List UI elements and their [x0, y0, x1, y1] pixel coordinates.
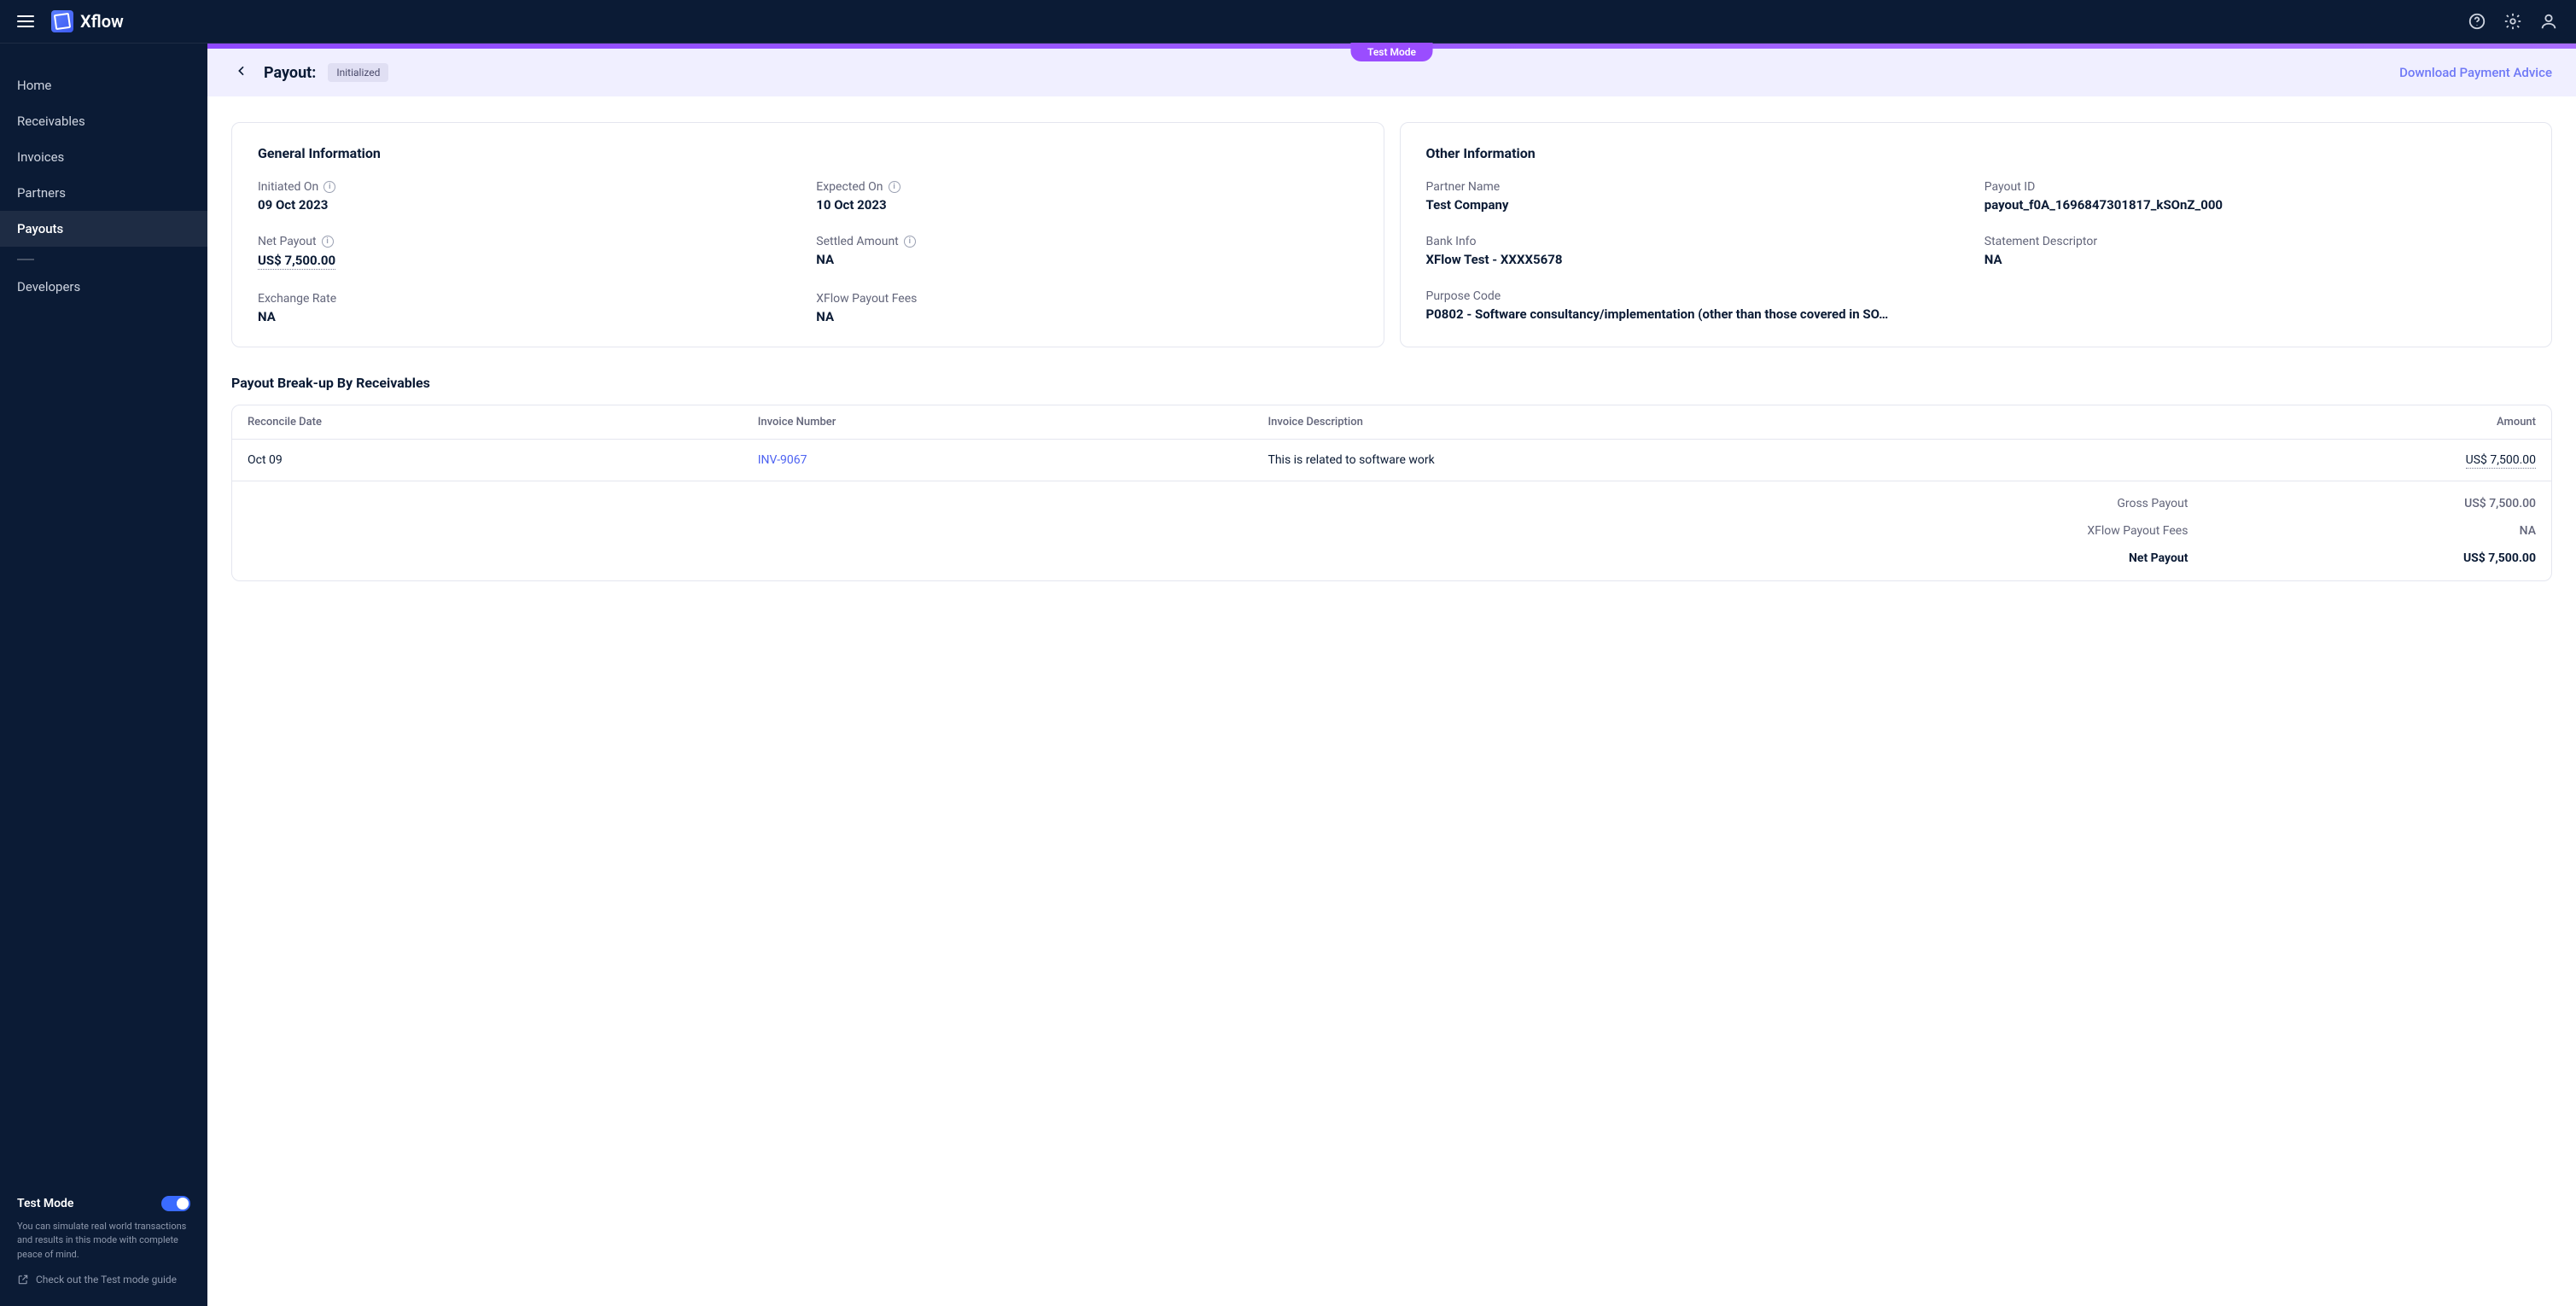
status-badge: Initialized: [328, 63, 388, 82]
general-card-title: General Information: [258, 145, 1358, 161]
sidebar-item-developers[interactable]: Developers: [0, 269, 207, 305]
sidebar-item-home[interactable]: Home: [0, 67, 207, 103]
xflow-fees-value: NA: [816, 309, 1357, 324]
net-payout-summary-label: Net Payout: [1252, 545, 2203, 580]
gross-payout-value: US$ 7,500.00: [2203, 481, 2551, 518]
sidebar-nav: Home Receivables Invoices Partners Payou…: [0, 44, 207, 305]
other-information-card: Other Information Partner Name Test Comp…: [1400, 122, 2553, 347]
partner-name-label: Partner Name: [1426, 180, 1501, 194]
test-mode-desc: You can simulate real world transactions…: [17, 1220, 190, 1262]
col-reconcile-date: Reconcile Date: [232, 405, 743, 440]
brand-logo[interactable]: Xflow: [51, 10, 124, 32]
test-mode-chip: Test Mode: [1350, 43, 1433, 61]
settled-amount-value: NA: [816, 252, 1357, 267]
test-mode-guide-link[interactable]: Check out the Test mode guide: [17, 1274, 190, 1286]
other-card-title: Other Information: [1426, 145, 2526, 161]
payout-id-label: Payout ID: [1984, 180, 2036, 194]
info-icon[interactable]: i: [323, 181, 335, 193]
expected-on-value: 10 Oct 2023: [816, 197, 1357, 213]
breakup-title: Payout Break-up By Receivables: [231, 375, 2552, 391]
test-mode-toggle[interactable]: [161, 1196, 190, 1211]
fees-label: XFlow Payout Fees: [1252, 517, 2203, 545]
sidebar-item-partners[interactable]: Partners: [0, 175, 207, 211]
settled-amount-label: Settled Amount: [816, 235, 899, 248]
net-payout-value: US$ 7,500.00: [258, 253, 335, 270]
purpose-code-label: Purpose Code: [1426, 289, 1501, 303]
user-icon[interactable]: [2538, 11, 2559, 32]
info-icon[interactable]: i: [889, 181, 900, 193]
net-payout-label: Net Payout: [258, 235, 317, 248]
sidebar-item-payouts[interactable]: Payouts: [0, 211, 207, 247]
guide-link-label: Check out the Test mode guide: [36, 1274, 177, 1286]
net-payout-summary-value: US$ 7,500.00: [2203, 545, 2551, 580]
info-icon[interactable]: i: [904, 236, 916, 248]
back-arrow-icon[interactable]: [231, 61, 252, 85]
test-mode-label: Test Mode: [17, 1197, 73, 1210]
payout-id-value: payout_f0A_1696847301817_kSOnZ_000: [1984, 197, 2526, 213]
statement-label: Statement Descriptor: [1984, 235, 2097, 248]
gross-payout-label: Gross Payout: [1252, 481, 2203, 518]
download-payment-advice-link[interactable]: Download Payment Advice: [2399, 65, 2552, 80]
col-invoice-number: Invoice Number: [743, 405, 1253, 440]
mode-strip: Test Mode: [207, 44, 2576, 49]
purpose-code-value: P0802 - Software consultancy/implementat…: [1426, 306, 2526, 322]
expected-on-label: Expected On: [816, 180, 883, 194]
exchange-rate-value: NA: [258, 309, 799, 324]
general-information-card: General Information Initiated On i 09 Oc…: [231, 122, 1384, 347]
external-link-icon: [17, 1274, 29, 1286]
row-desc: This is related to software work: [1252, 440, 2203, 481]
fees-value: NA: [2203, 517, 2551, 545]
col-amount: Amount: [2203, 405, 2551, 440]
exchange-rate-label: Exchange Rate: [258, 292, 336, 306]
partner-name-value: Test Company: [1426, 197, 1967, 213]
sidebar-item-invoices[interactable]: Invoices: [0, 139, 207, 175]
table-row: Oct 09 INV-9067 This is related to softw…: [232, 440, 2551, 481]
initiated-on-value: 09 Oct 2023: [258, 197, 799, 213]
gear-icon[interactable]: [2503, 11, 2523, 32]
row-date: Oct 09: [232, 440, 743, 481]
brand-logo-icon: [51, 10, 73, 32]
bank-info-value: XFlow Test - XXXX5678: [1426, 252, 1967, 267]
col-invoice-description: Invoice Description: [1252, 405, 2203, 440]
xflow-fees-label: XFlow Payout Fees: [816, 292, 917, 306]
breakup-table: Reconcile Date Invoice Number Invoice De…: [231, 405, 2552, 581]
statement-value: NA: [1984, 252, 2526, 267]
row-amount: US$ 7,500.00: [2466, 453, 2536, 469]
brand-name: Xflow: [80, 11, 124, 32]
invoice-link[interactable]: INV-9067: [758, 453, 807, 467]
info-icon[interactable]: i: [322, 236, 334, 248]
sidebar-divider: [17, 259, 34, 260]
sidebar-item-receivables[interactable]: Receivables: [0, 103, 207, 139]
help-icon[interactable]: [2467, 11, 2487, 32]
menu-icon[interactable]: [17, 15, 34, 27]
page-title: Payout:: [264, 64, 316, 82]
bank-info-label: Bank Info: [1426, 235, 1477, 248]
initiated-on-label: Initiated On: [258, 180, 318, 194]
